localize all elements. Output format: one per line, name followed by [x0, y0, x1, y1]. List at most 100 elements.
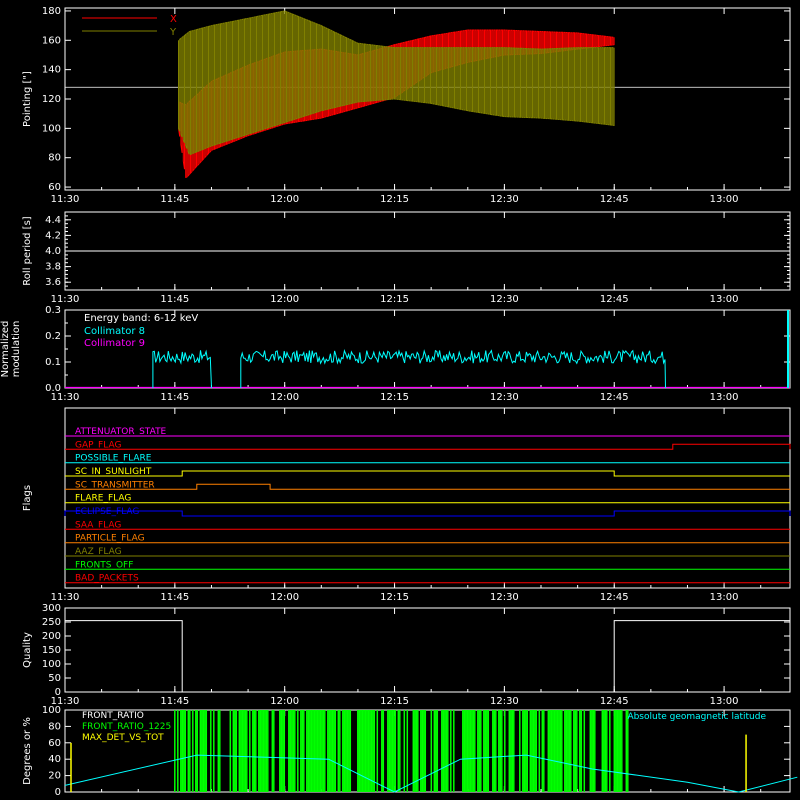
- collimator-8-segment: [152, 349, 212, 389]
- flag-trace: [65, 443, 791, 450]
- y-tick-label: 80: [48, 721, 61, 732]
- x-tick-label: 11:30: [51, 294, 80, 305]
- x-tick-label: 12:30: [490, 592, 519, 603]
- energy-band-annotation: Energy band: 6-12 keV: [84, 313, 198, 324]
- y-tick-label: 3.6: [45, 277, 61, 288]
- y-tick-label: 3.8: [45, 262, 61, 273]
- x-tick-label: 12:45: [600, 392, 629, 403]
- x-tick-label: 12:15: [380, 592, 409, 603]
- flag-label: GAP_FLAG: [75, 440, 121, 450]
- y-tick-label: 150: [42, 645, 61, 656]
- y-tick-label: 300: [42, 603, 61, 614]
- legend-label-collimator: Collimator 8: [84, 326, 145, 337]
- y-tick-label: 4.0: [45, 246, 61, 257]
- y-tick-label: 0: [55, 787, 61, 798]
- x-tick-label: 12:15: [380, 294, 409, 305]
- x-tick-label: 11:45: [160, 392, 189, 403]
- x-tick-label: 12:15: [380, 696, 409, 707]
- x-tick-label: 13:00: [710, 194, 739, 205]
- legend-label-x: X: [170, 14, 177, 25]
- y-tick-label: 160: [42, 35, 61, 46]
- x-tick-label: 13:00: [710, 696, 739, 707]
- x-tick-label: 12:30: [490, 696, 519, 707]
- flag-trace: [64, 510, 791, 517]
- legend-label-collimator: Collimator 9: [84, 338, 145, 349]
- y-tick-label: 0.3: [45, 305, 61, 316]
- y-tick-label: 0: [55, 687, 61, 698]
- y-tick-label: 0.0: [45, 383, 61, 394]
- summary-plots-svg: 11:30 11:45 12:00 12:15 12:30 12:45 13:00 60 80 1…: [0, 6, 798, 798]
- flag-label: POSSIBLE_FLARE: [75, 454, 152, 464]
- x-tick-label: 13:00: [710, 392, 739, 403]
- legend-label-ratio: FRONT_RATIO_1225: [82, 722, 171, 732]
- x-tick-label: 12:00: [270, 194, 299, 205]
- y-tick-label: 100: [42, 659, 61, 670]
- flag-label: ECLIPSE_FLAG: [75, 507, 139, 517]
- x-tick-label: 12:15: [380, 392, 409, 403]
- x-tick-label: 11:30: [51, 194, 80, 205]
- legend-label-ratio: FRONT_RATIO: [82, 711, 144, 721]
- y-axis-label: Quality: [22, 632, 33, 668]
- y-tick-label: 100: [42, 705, 61, 716]
- panel-frame: [64, 709, 791, 793]
- x-tick-label: 12:45: [600, 592, 629, 603]
- y-tick-label: 4.4: [45, 215, 61, 226]
- panel-pointing: 11:30 11:45 12:00 12:15 12:30 12:45 13:00 60 80 1…: [22, 6, 791, 205]
- panel-flags: 11:30 11:45 12:00 12:15 12:30 12:45 13:00 Flags…: [22, 407, 791, 603]
- x-tick-label: 12:30: [490, 392, 519, 403]
- y-axis-label: Degrees or %: [22, 717, 33, 785]
- y-tick-label: 50: [48, 673, 61, 684]
- flag-label: SC_IN_SUNLIGHT: [75, 467, 152, 477]
- y-axis-label: Pointing ["]: [22, 71, 33, 127]
- x-tick-label: 11:45: [160, 696, 189, 707]
- flag-label: PARTICLE_FLAG: [75, 534, 145, 544]
- x-tick-label: 12:30: [490, 194, 519, 205]
- y-axis-label: Flags: [22, 485, 33, 511]
- flag-label: BAD_PACKETS: [75, 574, 139, 584]
- panel-frame: [64, 407, 791, 589]
- y-tick-label: 0.2: [45, 331, 61, 342]
- flag-label: AAZ_FLAG: [75, 547, 122, 557]
- x-tick-label: 11:45: [160, 294, 189, 305]
- y-tick-label: 40: [48, 754, 61, 765]
- x-tick-label: 12:45: [600, 696, 629, 707]
- y-tick-label: 140: [42, 65, 61, 76]
- x-tick-label: 11:30: [51, 592, 80, 603]
- panel-roll_period: 11:30 11:45 12:00 12:15 12:30 12:45 13:00 3.6 3.…: [22, 211, 791, 305]
- panel-quality: 11:30 11:45 12:00 12:15 12:30 12:45 13:0005010…: [22, 603, 791, 707]
- series-x-trace: [178, 29, 615, 179]
- x-tick-label: 12:00: [270, 392, 299, 403]
- y-tick-label: 200: [42, 631, 61, 642]
- y-axis-label: Normalizedmodulation: [0, 321, 22, 378]
- x-tick-label: 12:00: [270, 592, 299, 603]
- collimator-8-segment: [240, 349, 666, 389]
- geomagnetic-latitude-label: Absolute geomagnetic latitude: [627, 712, 766, 722]
- x-tick-label: 13:00: [710, 294, 739, 305]
- y-tick-label: 0.1: [45, 357, 61, 368]
- x-tick-label: 12:45: [600, 194, 629, 205]
- x-tick-label: 12:15: [380, 194, 409, 205]
- x-tick-label: 12:00: [270, 294, 299, 305]
- panel-ratios: 0 20 40 60 80 100 Degrees or % FRONT_RATIOFRONT…: [22, 705, 798, 798]
- quality-trace: [65, 620, 790, 693]
- y-tick-label: 20: [48, 771, 61, 782]
- flag-label: ATTENUATOR_STATE: [75, 427, 167, 437]
- x-tick-label: 13:00: [710, 592, 739, 603]
- y-axis-label-line: modulation: [11, 321, 22, 378]
- legend-label-y: Y: [169, 27, 177, 38]
- series-y-trace: [178, 10, 615, 156]
- y-tick-label: 80: [48, 153, 61, 164]
- flag-label: FRONTS_OFF: [75, 560, 133, 570]
- x-tick-label: 11:45: [160, 194, 189, 205]
- y-tick-label: 180: [42, 6, 61, 17]
- x-tick-label: 12:00: [270, 696, 299, 707]
- x-tick-label: 12:30: [490, 294, 519, 305]
- y-tick-label: 60: [48, 182, 61, 193]
- y-tick-label: 60: [48, 738, 61, 749]
- flag-label: FLARE_FLAG: [75, 494, 131, 504]
- panel-modulation: 11:30 11:45 12:00 12:15 12:30 12:45 13:000.00.…: [0, 305, 791, 403]
- y-tick-label: 100: [42, 123, 61, 134]
- flag-label: SC_TRANSMITTER: [75, 480, 155, 490]
- flag-trace: [65, 470, 790, 477]
- legend-label-ratio: MAX_DET_VS_TOT: [82, 733, 164, 743]
